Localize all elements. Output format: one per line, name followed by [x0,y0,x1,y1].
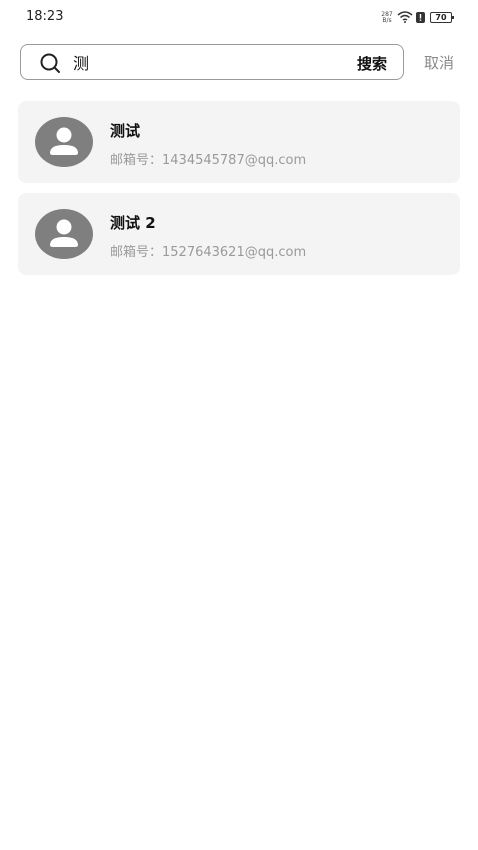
status-time: 18:23 [26,9,64,24]
contact-name: 测试 2 [110,214,156,232]
search-icon [39,52,61,74]
result-list: 测试 邮箱号：1434545787@qq.com 测试 2 邮箱号：152764… [18,101,460,285]
search-input[interactable] [73,51,333,73]
contact-email: 邮箱号：1434545787@qq.com [110,153,307,168]
list-item[interactable]: 测试 2 邮箱号：1527643621@qq.com [18,193,460,275]
contact-email: 邮箱号：1527643621@qq.com [110,245,307,260]
status-icons: 287 B/s 70 [380,8,454,27]
battery-level: 70 [430,12,454,23]
contact-name: 测试 [110,122,141,140]
avatar [35,208,93,260]
search-box[interactable]: 搜索 [20,44,404,80]
notification-icon [416,8,425,27]
status-bar: 18:23 287 B/s 70 [0,0,478,34]
network-speed: 287 B/s [380,11,394,24]
network-speed-unit: B/s [382,16,392,24]
search-button[interactable]: 搜索 [357,53,387,74]
wifi-icon [397,8,413,27]
avatar [35,116,93,168]
list-item[interactable]: 测试 邮箱号：1434545787@qq.com [18,101,460,183]
search-bar: 搜索 取消 [0,44,478,80]
cancel-button[interactable]: 取消 [424,52,454,73]
